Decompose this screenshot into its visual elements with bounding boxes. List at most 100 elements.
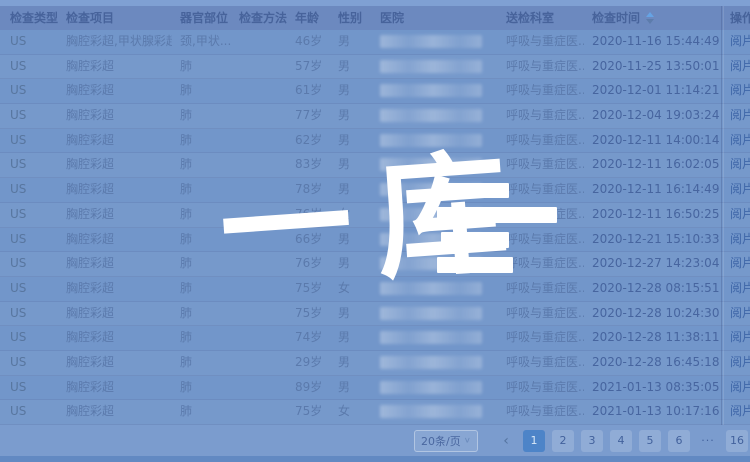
- view-film-link[interactable]: 阅片: [730, 108, 750, 122]
- table-row[interactable]: US胸腔彩超肺83岁男呼吸与重症医...2020-12-11 16:02:05阅…: [0, 153, 750, 178]
- cell-time: 2021-01-13 08:35:05: [584, 376, 722, 400]
- view-film-link[interactable]: 阅片: [730, 306, 750, 320]
- page-button-4[interactable]: 4: [610, 430, 632, 452]
- cell-item: 胸腔彩超,甲状腺彩超: [58, 30, 172, 54]
- cell-item: 胸腔彩超: [58, 153, 172, 177]
- view-film-link[interactable]: 阅片: [730, 232, 750, 246]
- cell-type: US: [0, 351, 58, 375]
- cell-organ: 颈,甲状...: [172, 30, 231, 54]
- redacted-hospital-name: [380, 134, 482, 147]
- view-film-link[interactable]: 阅片: [730, 182, 750, 196]
- cell-gender: 男: [330, 252, 372, 276]
- cell-type: US: [0, 228, 58, 252]
- cell-gender: 男: [330, 55, 372, 79]
- cell-dept: 呼吸与重症医...: [498, 129, 584, 153]
- table-row[interactable]: US胸腔彩超肺29岁男呼吸与重症医...2020-12-28 16:45:18阅…: [0, 351, 750, 376]
- table-row[interactable]: US胸腔彩超肺78岁男呼吸与重症医...2020-12-11 16:14:49阅…: [0, 178, 750, 203]
- cell-type: US: [0, 104, 58, 128]
- table-row[interactable]: US胸腔彩超,甲状腺彩超颈,甲状...46岁男呼吸与重症医...2020-11-…: [0, 30, 750, 55]
- page-ellipsis[interactable]: ···: [697, 430, 719, 452]
- redaction-box: [441, 232, 509, 248]
- view-film-link[interactable]: 阅片: [730, 281, 750, 295]
- cell-organ: 肺: [172, 400, 231, 424]
- view-film-link[interactable]: 阅片: [730, 355, 750, 369]
- cell-item: 胸腔彩超: [58, 178, 172, 202]
- cell-dept: 呼吸与重症医...: [498, 400, 584, 424]
- sort-caret-icon[interactable]: [646, 12, 654, 24]
- cell-action: 阅片: [722, 400, 750, 424]
- cell-type: US: [0, 302, 58, 326]
- cell-dept: 呼吸与重症医...: [498, 55, 584, 79]
- table-row[interactable]: US胸腔彩超肺57岁男呼吸与重症医...2020-11-25 13:50:01阅…: [0, 55, 750, 80]
- view-film-link[interactable]: 阅片: [730, 330, 750, 344]
- view-film-link[interactable]: 阅片: [730, 83, 750, 97]
- cell-type: US: [0, 400, 58, 424]
- cell-time: 2020-12-11 14:00:14: [584, 129, 722, 153]
- table-row[interactable]: US胸腔彩超肺76岁男呼吸与重症医...2020-12-27 14:23:04阅…: [0, 252, 750, 277]
- cell-action: 阅片: [722, 153, 750, 177]
- cell-time: 2020-12-28 16:45:18: [584, 351, 722, 375]
- view-film-link[interactable]: 阅片: [730, 380, 750, 394]
- redacted-hospital-name: [380, 356, 482, 369]
- column-header-age: 年龄: [287, 6, 330, 30]
- table-row[interactable]: US胸腔彩超肺66岁男呼吸与重症医...2020-12-21 15:10:33阅…: [0, 228, 750, 253]
- cell-action: 阅片: [722, 351, 750, 375]
- page-button-3[interactable]: 3: [581, 430, 603, 452]
- cell-time: 2020-12-11 16:02:05: [584, 153, 722, 177]
- view-film-link[interactable]: 阅片: [730, 404, 750, 418]
- cell-hospital: [372, 55, 498, 79]
- page-button-16[interactable]: 16: [726, 430, 748, 452]
- table-row[interactable]: US胸腔彩超肺75岁女呼吸与重症医...2021-01-13 10:17:16阅…: [0, 400, 750, 425]
- page-button-5[interactable]: 5: [639, 430, 661, 452]
- view-film-link[interactable]: 阅片: [730, 34, 750, 48]
- cell-dept: 呼吸与重症医...: [498, 79, 584, 103]
- page-buttons: 123456 ··· 16: [523, 430, 748, 452]
- cell-type: US: [0, 277, 58, 301]
- cell-method: [231, 302, 287, 326]
- sort-descending-icon[interactable]: [646, 19, 654, 24]
- cell-time: 2020-12-28 11:38:11: [584, 326, 722, 350]
- column-header-time[interactable]: 检查时间: [584, 6, 722, 30]
- cell-type: US: [0, 252, 58, 276]
- column-header-gender: 性别: [330, 6, 372, 30]
- column-label: 性别: [338, 6, 362, 30]
- cell-dept: 呼吸与重症医...: [498, 326, 584, 350]
- table-row[interactable]: US胸腔彩超肺74岁男呼吸与重症医...2020-12-28 11:38:11阅…: [0, 326, 750, 351]
- column-label: 检查方法: [239, 6, 287, 30]
- table-row[interactable]: US胸腔彩超肺89岁男呼吸与重症医...2021-01-13 08:35:05阅…: [0, 376, 750, 401]
- page-button-6[interactable]: 6: [668, 430, 690, 452]
- cell-time: 2020-12-28 08:15:51: [584, 277, 722, 301]
- page-size-select[interactable]: 20条/页 ∨: [414, 430, 478, 452]
- cell-time: 2020-12-04 19:03:24: [584, 104, 722, 128]
- table-row[interactable]: US胸腔彩超肺62岁男呼吸与重症医...2020-12-11 14:00:14阅…: [0, 129, 750, 154]
- cell-action: 阅片: [722, 30, 750, 54]
- cell-age: 76岁: [287, 203, 330, 227]
- cell-age: 76岁: [287, 252, 330, 276]
- prev-page-button[interactable]: ‹: [496, 430, 516, 452]
- redacted-hospital-name: [380, 60, 482, 73]
- column-header-method: 检查方法: [231, 6, 287, 30]
- table-row[interactable]: US胸腔彩超肺75岁女呼吸与重症医...2020-12-28 08:15:51阅…: [0, 277, 750, 302]
- cell-method: [231, 326, 287, 350]
- view-film-link[interactable]: 阅片: [730, 157, 750, 171]
- table-row[interactable]: US胸腔彩超肺76岁女呼吸与重症医...2020-12-11 16:50:25阅…: [0, 203, 750, 228]
- view-film-link[interactable]: 阅片: [730, 256, 750, 270]
- page-button-1[interactable]: 1: [523, 430, 545, 452]
- cell-hospital: [372, 400, 498, 424]
- redacted-hospital-name: [380, 331, 482, 344]
- view-film-link[interactable]: 阅片: [730, 207, 750, 221]
- page-button-2[interactable]: 2: [552, 430, 574, 452]
- cell-type: US: [0, 55, 58, 79]
- redacted-hospital-name: [380, 84, 482, 97]
- table-row[interactable]: US胸腔彩超肺75岁男呼吸与重症医...2020-12-28 10:24:30阅…: [0, 302, 750, 327]
- cell-action: 阅片: [722, 203, 750, 227]
- view-film-link[interactable]: 阅片: [730, 59, 750, 73]
- table-row[interactable]: US胸腔彩超肺77岁男呼吸与重症医...2020-12-04 19:03:24阅…: [0, 104, 750, 129]
- column-header-dept: 送检科室: [498, 6, 584, 30]
- sort-ascending-icon[interactable]: [646, 12, 654, 17]
- column-label: 器官部位: [180, 6, 228, 30]
- cell-organ: 肺: [172, 351, 231, 375]
- table-row[interactable]: US胸腔彩超肺61岁男呼吸与重症医...2020-12-01 11:14:21阅…: [0, 79, 750, 104]
- cell-type: US: [0, 376, 58, 400]
- view-film-link[interactable]: 阅片: [730, 133, 750, 147]
